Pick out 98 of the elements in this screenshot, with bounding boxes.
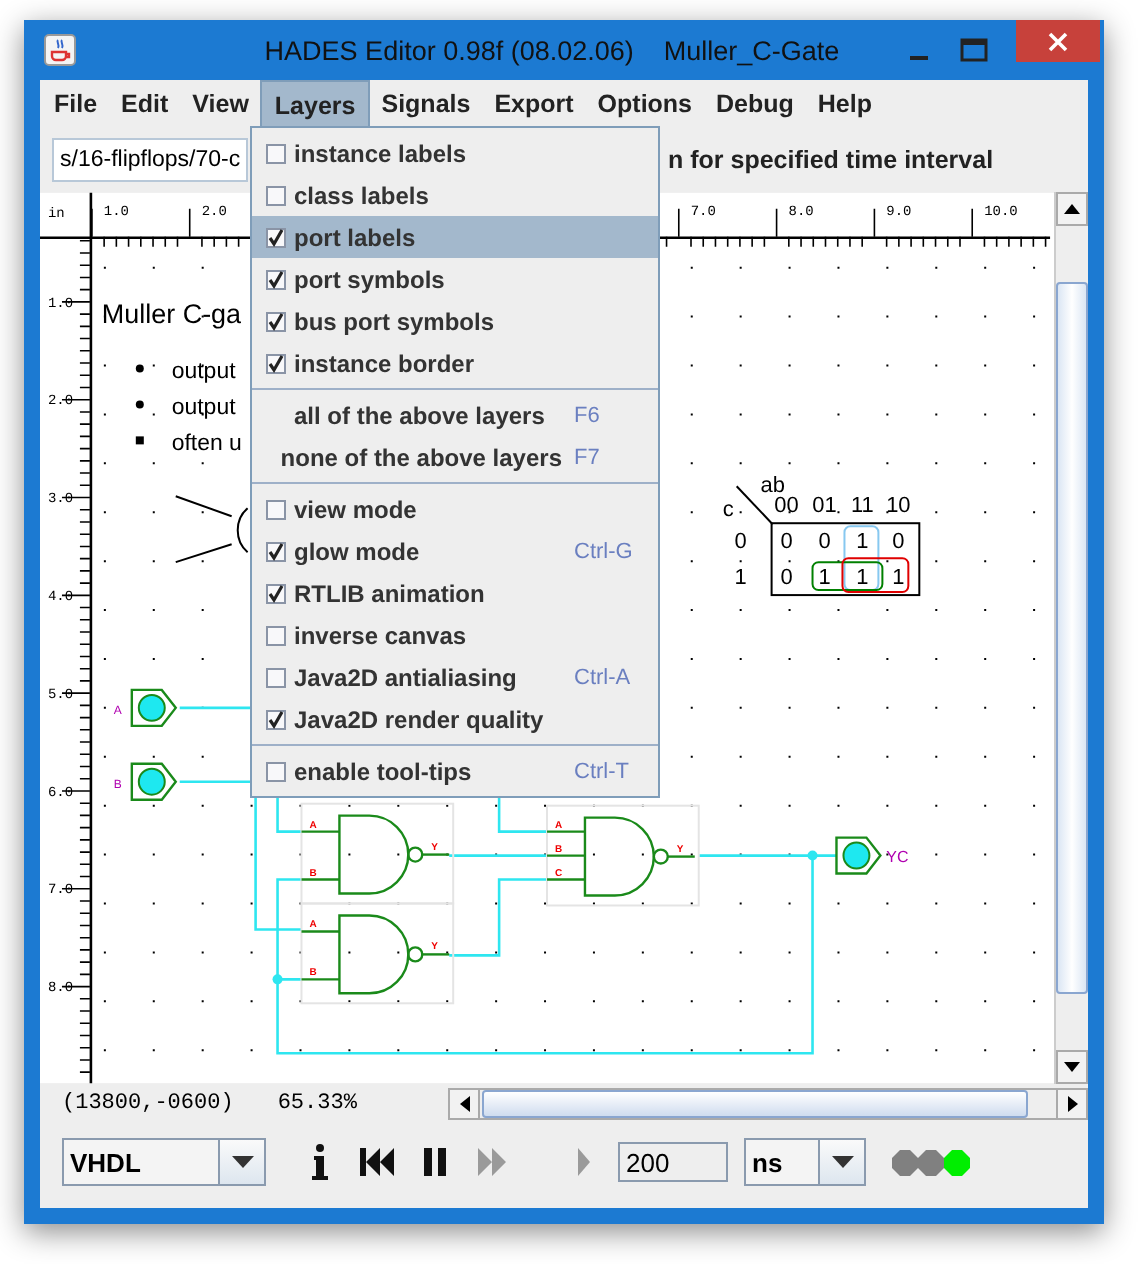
menu-item[interactable]: inverse canvas: [252, 614, 658, 656]
menu-item[interactable]: Java2D antialiasing Ctrl-A: [252, 656, 658, 698]
kmap-variable: c: [722, 498, 734, 523]
left-arrow-icon: [459, 1096, 470, 1112]
checkbox[interactable]: [266, 583, 286, 603]
kmap-cell: 1: [818, 566, 831, 591]
shortcut-label: F7: [574, 445, 602, 469]
nand-gate[interactable]: [301, 914, 450, 995]
close-icon: [1048, 31, 1068, 51]
horizontal-scrollbar[interactable]: [448, 1088, 1088, 1120]
kmap-cell: 0: [818, 530, 831, 555]
unit-dropdown[interactable]: ns: [744, 1138, 866, 1186]
menu[interactable]: Help: [805, 80, 884, 128]
scroll-down-button[interactable]: [1056, 1050, 1088, 1084]
language-dropdown[interactable]: VHDL: [62, 1138, 266, 1186]
bullet-text: output: [171, 396, 236, 421]
time-field[interactable]: 200: [618, 1142, 728, 1182]
kmap-row-label: 1: [734, 566, 747, 591]
nand-gate[interactable]: [547, 816, 695, 897]
path-field[interactable]: s/16-flipflops/70-c: [52, 138, 248, 182]
up-arrow-icon: [1064, 204, 1081, 214]
canvas-heading: Muller C-ga: [101, 298, 242, 329]
scroll-thumb[interactable]: [482, 1090, 1028, 1118]
checkbox[interactable]: [266, 709, 286, 729]
kmap-column-label: 00: [774, 494, 799, 519]
maximize-icon[interactable]: [960, 38, 988, 62]
bullet-text: output: [171, 360, 236, 385]
bullet-icon: [135, 436, 144, 445]
vertical-scrollbar[interactable]: [1054, 192, 1088, 1084]
kmap-cell: 0: [780, 530, 793, 555]
menu-item[interactable]: bus port symbols: [252, 300, 658, 342]
scroll-thumb[interactable]: [1056, 282, 1088, 994]
kmap-variable: ab: [760, 474, 786, 499]
menu[interactable]: Edit: [109, 80, 181, 128]
kmap-cell: 0: [892, 530, 905, 555]
checkbox[interactable]: [266, 227, 286, 247]
dropdown-arrow-icon: [831, 1156, 853, 1168]
menu-item[interactable]: none of the above layers F7: [252, 436, 658, 478]
junction-dot: [807, 850, 818, 861]
kmap-cell: 0: [780, 566, 793, 591]
menu[interactable]: Debug: [704, 80, 806, 128]
menu-item[interactable]: enable tool-tips Ctrl-T: [252, 750, 658, 792]
cursor-coordinates: (13800,-0600): [62, 1092, 234, 1116]
nand-gate[interactable]: [301, 814, 450, 895]
hint-text: n for specified time interval: [668, 146, 994, 174]
menu-item[interactable]: view mode: [252, 488, 658, 530]
checkbox[interactable]: [266, 625, 286, 645]
kmap-column-label: 01: [812, 494, 837, 519]
checkbox[interactable]: [266, 667, 286, 687]
kmap-column-label: 11: [851, 494, 874, 519]
checkbox[interactable]: [266, 311, 286, 331]
coffee-cup-icon: [44, 34, 76, 66]
checkbox[interactable]: [266, 353, 286, 373]
menu-item[interactable]: all of the above layers F6: [252, 394, 658, 436]
menu[interactable]: Options: [585, 80, 705, 128]
kmap-cell: 1: [856, 566, 869, 591]
kmap-row-label: 0: [734, 530, 747, 555]
shortcut-label: Ctrl-T: [574, 759, 631, 783]
menu[interactable]: Export: [482, 80, 586, 128]
kmap-cell: 1: [856, 530, 869, 555]
shortcut-label: F6: [574, 403, 602, 427]
right-arrow-icon: [1067, 1096, 1077, 1112]
checkbox[interactable]: [266, 269, 286, 289]
menu-item[interactable]: Java2D render quality: [252, 698, 658, 740]
menu-item[interactable]: instance border: [252, 342, 658, 384]
down-arrow-icon: [1064, 1062, 1081, 1072]
zoom-level: 65.33%: [277, 1092, 357, 1116]
checkbox[interactable]: [266, 541, 286, 561]
scroll-left-button[interactable]: [450, 1090, 481, 1118]
bullet-text: often u: [171, 432, 242, 457]
menu-item[interactable]: instance labels: [252, 132, 658, 174]
menu[interactable]: View: [180, 80, 261, 128]
dropdown-arrow-icon: [231, 1156, 253, 1168]
junction-dot: [272, 974, 283, 985]
checkbox[interactable]: [266, 499, 286, 519]
kmap-cell: 1: [892, 566, 905, 591]
c-element-symbol-drawing: [174, 495, 249, 564]
menu[interactable]: Layers: [260, 80, 370, 128]
menu-item[interactable]: port symbols: [252, 258, 658, 300]
menu-item[interactable]: port labels: [252, 216, 658, 258]
menu-item[interactable]: RTLIB animation: [252, 572, 658, 614]
bullet-icon: [135, 400, 144, 409]
checkbox[interactable]: [266, 185, 286, 205]
menu[interactable]: File: [42, 80, 110, 128]
checkbox[interactable]: [266, 143, 286, 163]
port-label: YC: [886, 847, 909, 866]
shortcut-label: Ctrl-A: [574, 665, 633, 689]
close-button[interactable]: [1016, 20, 1100, 62]
menu-item[interactable]: glow mode Ctrl-G: [252, 530, 658, 572]
shortcut-label: Ctrl-G: [574, 539, 635, 563]
window-title: HADES Editor 0.98f (08.02.06) Muller_C-Gate: [262, 35, 842, 65]
bullet-icon: [135, 364, 144, 373]
scroll-up-button[interactable]: [1056, 192, 1088, 226]
menu[interactable]: Signals: [369, 80, 483, 128]
menu-item[interactable]: class labels: [252, 174, 658, 216]
checkbox[interactable]: [266, 761, 286, 781]
kmap-column-label: 10: [886, 494, 911, 519]
scroll-right-button[interactable]: [1056, 1090, 1086, 1118]
